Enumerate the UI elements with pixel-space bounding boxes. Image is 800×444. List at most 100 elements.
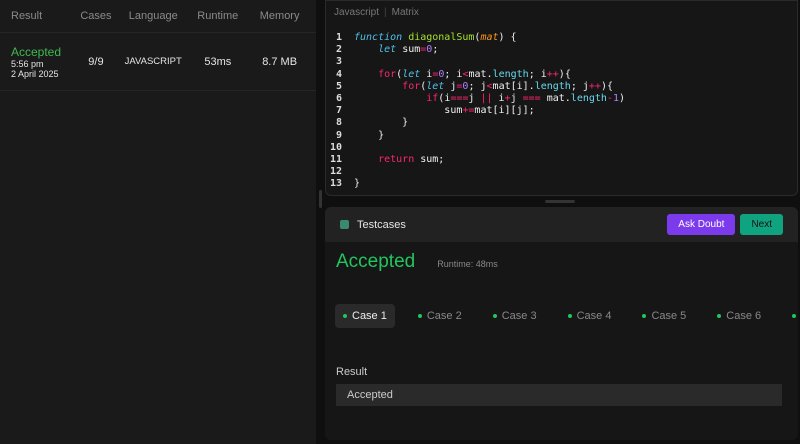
code-token: mat xyxy=(480,32,499,43)
submissions-panel: Result Cases Language Runtime Memory Acc… xyxy=(0,0,316,444)
line-number: 12 xyxy=(329,166,342,178)
line-number: 1 xyxy=(335,32,342,43)
testcases-header: Testcases Ask Doubt Next xyxy=(325,207,798,242)
header-language: Language xyxy=(128,10,178,22)
breadcrumb: Javascript | Matrix xyxy=(334,7,419,18)
case-tab-6[interactable]: Case 6 xyxy=(709,304,769,328)
submission-time: 5:56 pm xyxy=(11,58,44,69)
testcases-title: Testcases xyxy=(357,218,406,231)
code-token: mat. xyxy=(540,93,571,105)
code-token: ; j xyxy=(570,80,589,92)
case-tab-5[interactable]: Case 5 xyxy=(634,304,694,328)
vertical-resize-handle[interactable] xyxy=(319,190,322,208)
code-token: mat. xyxy=(468,68,493,80)
code-token: j xyxy=(510,93,523,105)
code-line[interactable]: 11 return sum; xyxy=(326,154,797,166)
code-line[interactable]: 6 if (i === j || i + j === mat. length -1) xyxy=(326,93,797,105)
code-line[interactable]: 7 sum += mat[i][j]; xyxy=(326,105,797,117)
header-result: Result xyxy=(11,10,43,22)
code-line[interactable]: 13} xyxy=(326,178,797,190)
code-token: length xyxy=(570,93,607,105)
case-tab-7[interactable]: Case 7 xyxy=(784,304,798,328)
code-editor[interactable]: Javascript | Matrix 1 function diagonalSum (… xyxy=(325,0,798,196)
case-label: Case 5 xyxy=(651,310,687,322)
breadcrumb-topic: Matrix xyxy=(391,7,419,18)
code-token: ++ xyxy=(546,68,559,80)
code-token: ) { xyxy=(498,32,517,43)
passed-dot-icon xyxy=(492,314,497,318)
code-token: ){ xyxy=(558,68,571,80)
code-token: function xyxy=(354,32,409,43)
code-token: sum xyxy=(354,105,463,117)
breadcrumb-language: Javascript xyxy=(334,7,380,18)
code-token: i xyxy=(492,93,505,105)
line-number: 4 xyxy=(335,68,342,80)
case-label: Case 6 xyxy=(726,310,762,322)
code-line[interactable]: 1 function diagonalSum(mat) { xyxy=(326,32,797,44)
code-line[interactable]: 5 for(let j = 0; j < mat[i]. length; j ++){ xyxy=(326,81,797,93)
code-token: let xyxy=(378,44,403,56)
code-token: sum; xyxy=(414,154,445,166)
code-token: ){ xyxy=(600,80,613,92)
code-line[interactable]: 3 xyxy=(326,56,797,68)
code-token: let xyxy=(402,68,427,80)
submissions-header: Result Cases Language Runtime Memory xyxy=(0,0,316,33)
line-number: 10 xyxy=(329,141,342,153)
case-tab-1[interactable]: Case 1 xyxy=(335,304,395,328)
header-runtime: Runtime xyxy=(197,10,239,22)
passed-dot-icon xyxy=(717,314,722,318)
code-token: || xyxy=(480,93,493,105)
code-token: === xyxy=(522,93,541,105)
header-memory: Memory xyxy=(259,10,300,22)
passed-dot-icon xyxy=(343,314,347,318)
passed-dot-icon xyxy=(642,314,647,318)
line-number: 2 xyxy=(335,44,342,56)
runtime-text: Runtime: 48ms xyxy=(437,259,498,269)
code-token: (i xyxy=(438,93,451,105)
code-token: ; xyxy=(432,44,439,56)
code-token: ; i xyxy=(444,68,463,80)
code-token: += xyxy=(462,105,475,117)
code-token: let xyxy=(426,80,451,92)
submission-cases: 9/9 xyxy=(88,55,104,68)
line-number: 13 xyxy=(329,178,342,190)
code-token: mat[i]. xyxy=(492,80,535,92)
line-number: 6 xyxy=(335,93,342,105)
code-token: length xyxy=(534,80,571,92)
code-line[interactable]: 2 let sum = 0; xyxy=(326,44,797,56)
code-line[interactable]: 12 xyxy=(326,166,797,178)
submission-row[interactable]: Accepted 5:56 pm 2 April 2025 9/9 JAVASC… xyxy=(0,33,316,91)
next-button[interactable]: Next xyxy=(740,214,783,235)
submission-memory: 8.7 MB xyxy=(262,55,298,68)
code-line[interactable]: 10 xyxy=(326,142,797,154)
code-token: sum xyxy=(402,44,421,56)
line-number: 11 xyxy=(329,154,342,166)
case-tab-3[interactable]: Case 3 xyxy=(485,304,545,328)
status-accepted: Accepted xyxy=(336,251,416,272)
line-number: 5 xyxy=(335,80,342,92)
code-lines[interactable]: 1 function diagonalSum(mat) {2 let sum = 0;… xyxy=(326,23,797,191)
case-label: Case 4 xyxy=(576,310,612,322)
code-line[interactable]: 4 for(let i = 0; i < mat. length; i ++){ xyxy=(326,69,797,81)
code-token: for xyxy=(402,80,421,92)
code-token: length xyxy=(492,68,529,80)
case-tab-2[interactable]: Case 2 xyxy=(410,304,470,328)
code-line[interactable]: 8 } xyxy=(326,117,797,129)
checkbox-icon xyxy=(340,220,349,229)
submission-date: 2 April 2025 xyxy=(11,68,59,79)
code-line[interactable]: 9 } xyxy=(326,130,797,142)
line-number: 7 xyxy=(335,105,342,117)
code-token: } xyxy=(354,117,409,129)
result-value: Accepted xyxy=(336,384,782,406)
testcases-panel: Testcases Ask Doubt Next Accepted Runtim… xyxy=(325,207,798,440)
horizontal-resize-handle[interactable] xyxy=(545,200,575,203)
case-tabs: Case 1 Case 2 Case 3 Case 4 Case 5 Case 6 Case… xyxy=(325,304,798,328)
code-token: j xyxy=(468,93,481,105)
result-label: Result xyxy=(336,366,368,378)
ask-doubt-button[interactable]: Ask Doubt xyxy=(667,214,736,235)
line-number: 3 xyxy=(335,56,342,68)
case-tab-4[interactable]: Case 4 xyxy=(560,304,620,328)
line-number: 9 xyxy=(335,129,342,141)
